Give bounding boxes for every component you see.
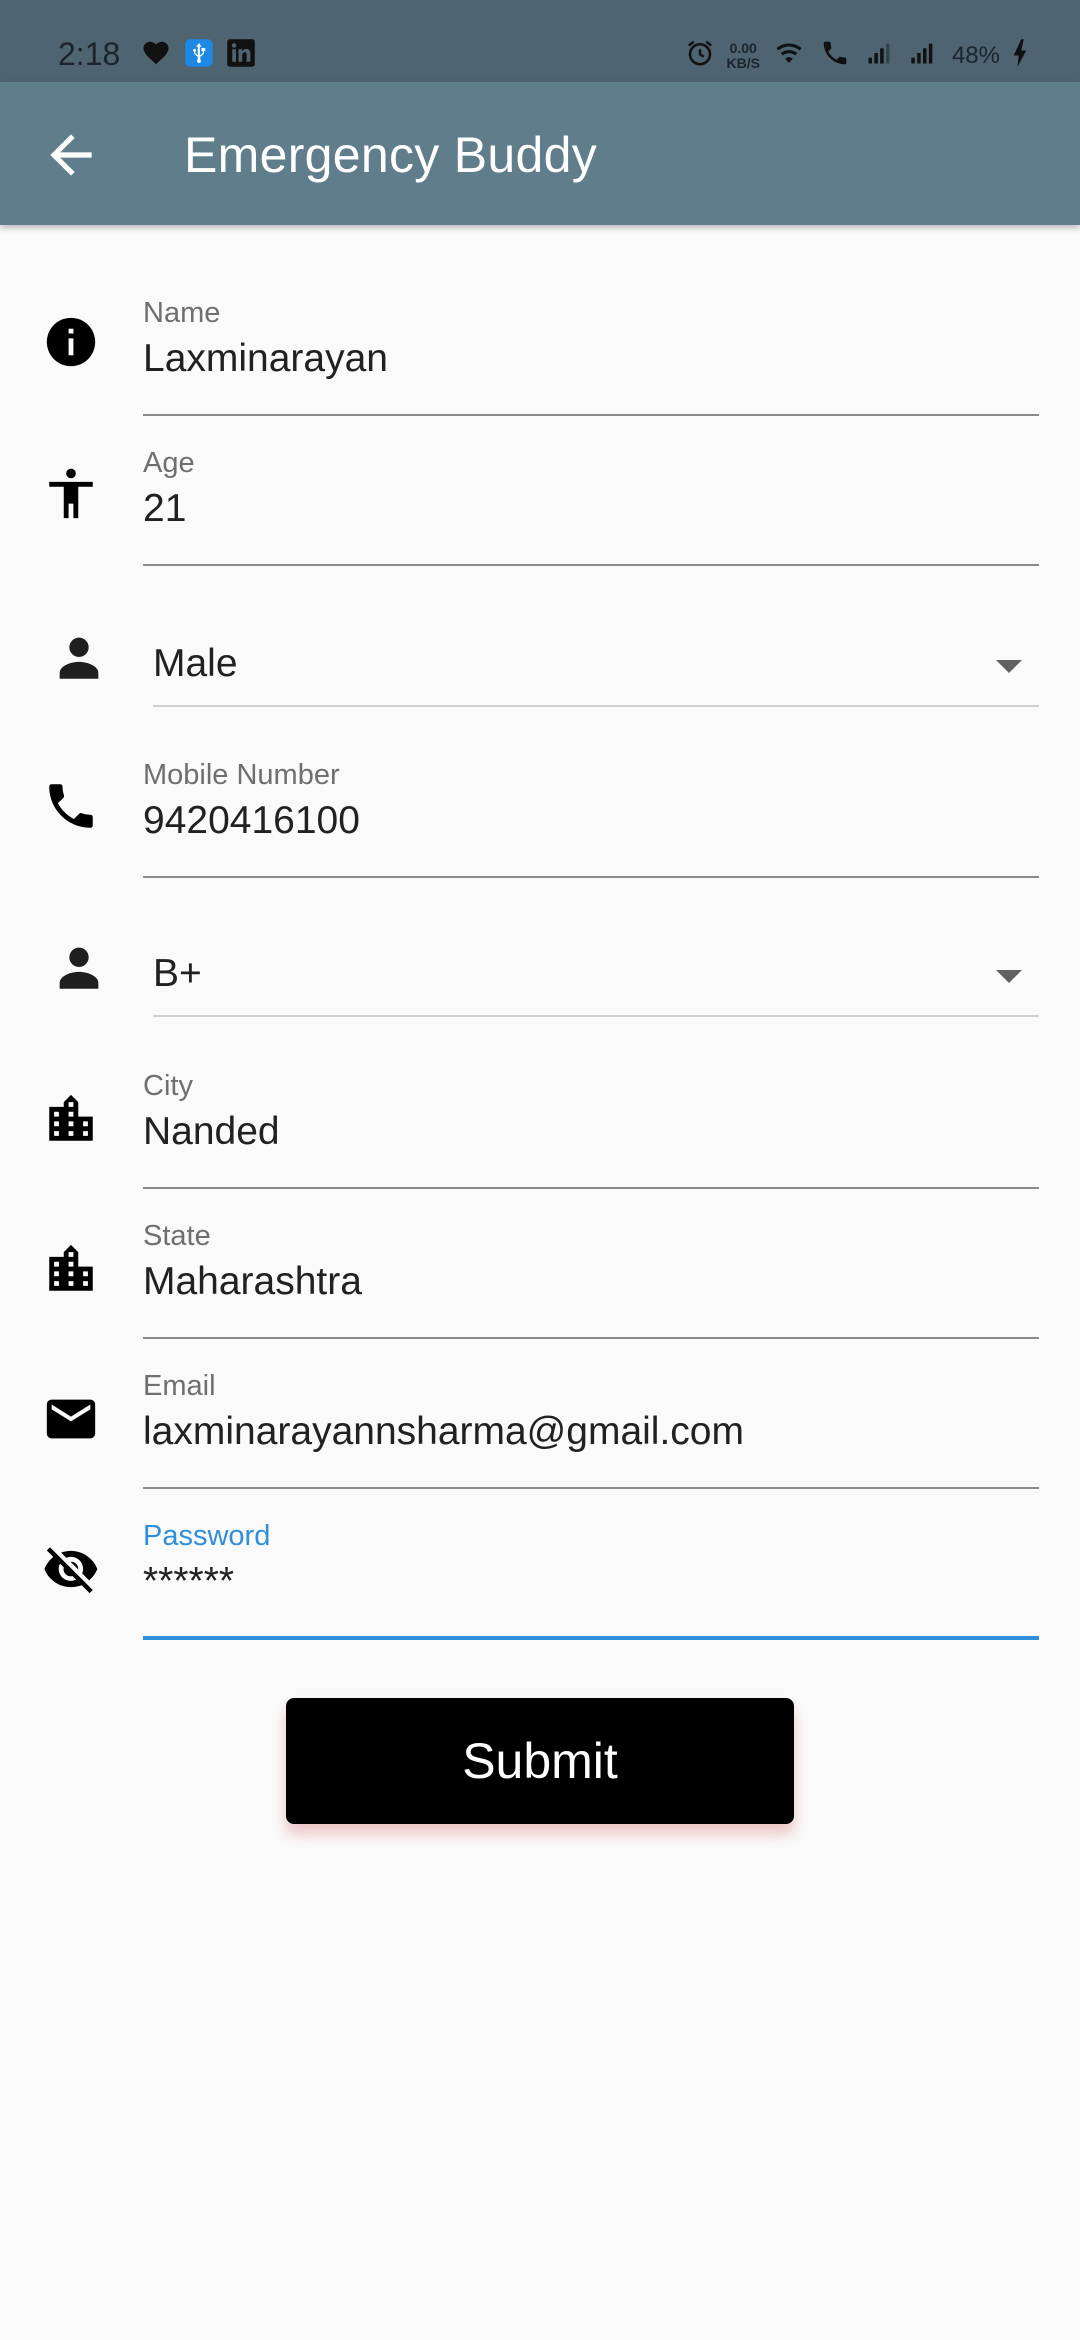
visibility-off-icon[interactable] [42, 1540, 100, 1598]
name-underline [143, 414, 1039, 416]
app-bar: Emergency Buddy [0, 82, 1080, 225]
page-title: Emergency Buddy [184, 127, 598, 183]
wifi-calling-icon [818, 38, 852, 73]
wifi-icon [772, 38, 806, 73]
state-underline [143, 1337, 1039, 1339]
gender-value[interactable]: Male [153, 642, 238, 686]
network-speed: 0.00 KB/S [726, 39, 760, 71]
email-underline [143, 1487, 1039, 1489]
alarm-icon [685, 38, 715, 73]
city-value[interactable]: Nanded [143, 1110, 280, 1154]
usb-icon [184, 38, 214, 73]
city-label: City [143, 1070, 193, 1102]
gender-underline [153, 705, 1039, 707]
status-bar: 2:18 0.00 KB/S 48% [0, 0, 1080, 82]
email-icon [42, 1390, 100, 1448]
email-value[interactable]: laxminarayannsharma@gmail.com [143, 1410, 744, 1454]
name-label: Name [143, 297, 221, 329]
password-underline [143, 1636, 1039, 1640]
info-icon [42, 313, 100, 371]
back-arrow-icon[interactable] [40, 124, 102, 186]
charging-icon [1012, 38, 1028, 73]
age-value[interactable]: 21 [143, 487, 186, 531]
person-icon [50, 628, 108, 686]
mobile-value[interactable]: 9420416100 [143, 799, 360, 843]
email-label: Email [143, 1370, 216, 1402]
age-underline [143, 564, 1039, 566]
status-time: 2:18 [58, 36, 121, 72]
signal-sim1-icon [864, 39, 894, 72]
battery-percentage: 48% [951, 41, 1000, 69]
linkedin-icon [226, 38, 256, 73]
submit-button[interactable]: Submit [286, 1698, 794, 1824]
mobile-underline [143, 876, 1039, 878]
location-city-icon [42, 1090, 100, 1148]
password-label: Password [143, 1520, 271, 1552]
password-value[interactable]: ****** [143, 1560, 234, 1604]
person-icon [50, 938, 108, 996]
heart-icon [140, 38, 172, 73]
location-city-icon [42, 1240, 100, 1298]
signal-sim2-icon [906, 39, 940, 72]
accessibility-icon [42, 465, 100, 523]
age-label: Age [143, 447, 195, 479]
mobile-label: Mobile Number [143, 759, 340, 791]
state-label: State [143, 1220, 211, 1252]
city-underline [143, 1187, 1039, 1189]
chevron-down-icon[interactable] [996, 660, 1022, 673]
phone-icon [42, 777, 100, 835]
blood-group-underline [153, 1015, 1039, 1017]
name-value[interactable]: Laxminarayan [143, 337, 388, 381]
blood-group-value[interactable]: B+ [153, 952, 202, 996]
chevron-down-icon[interactable] [996, 970, 1022, 983]
state-value[interactable]: Maharashtra [143, 1260, 362, 1304]
